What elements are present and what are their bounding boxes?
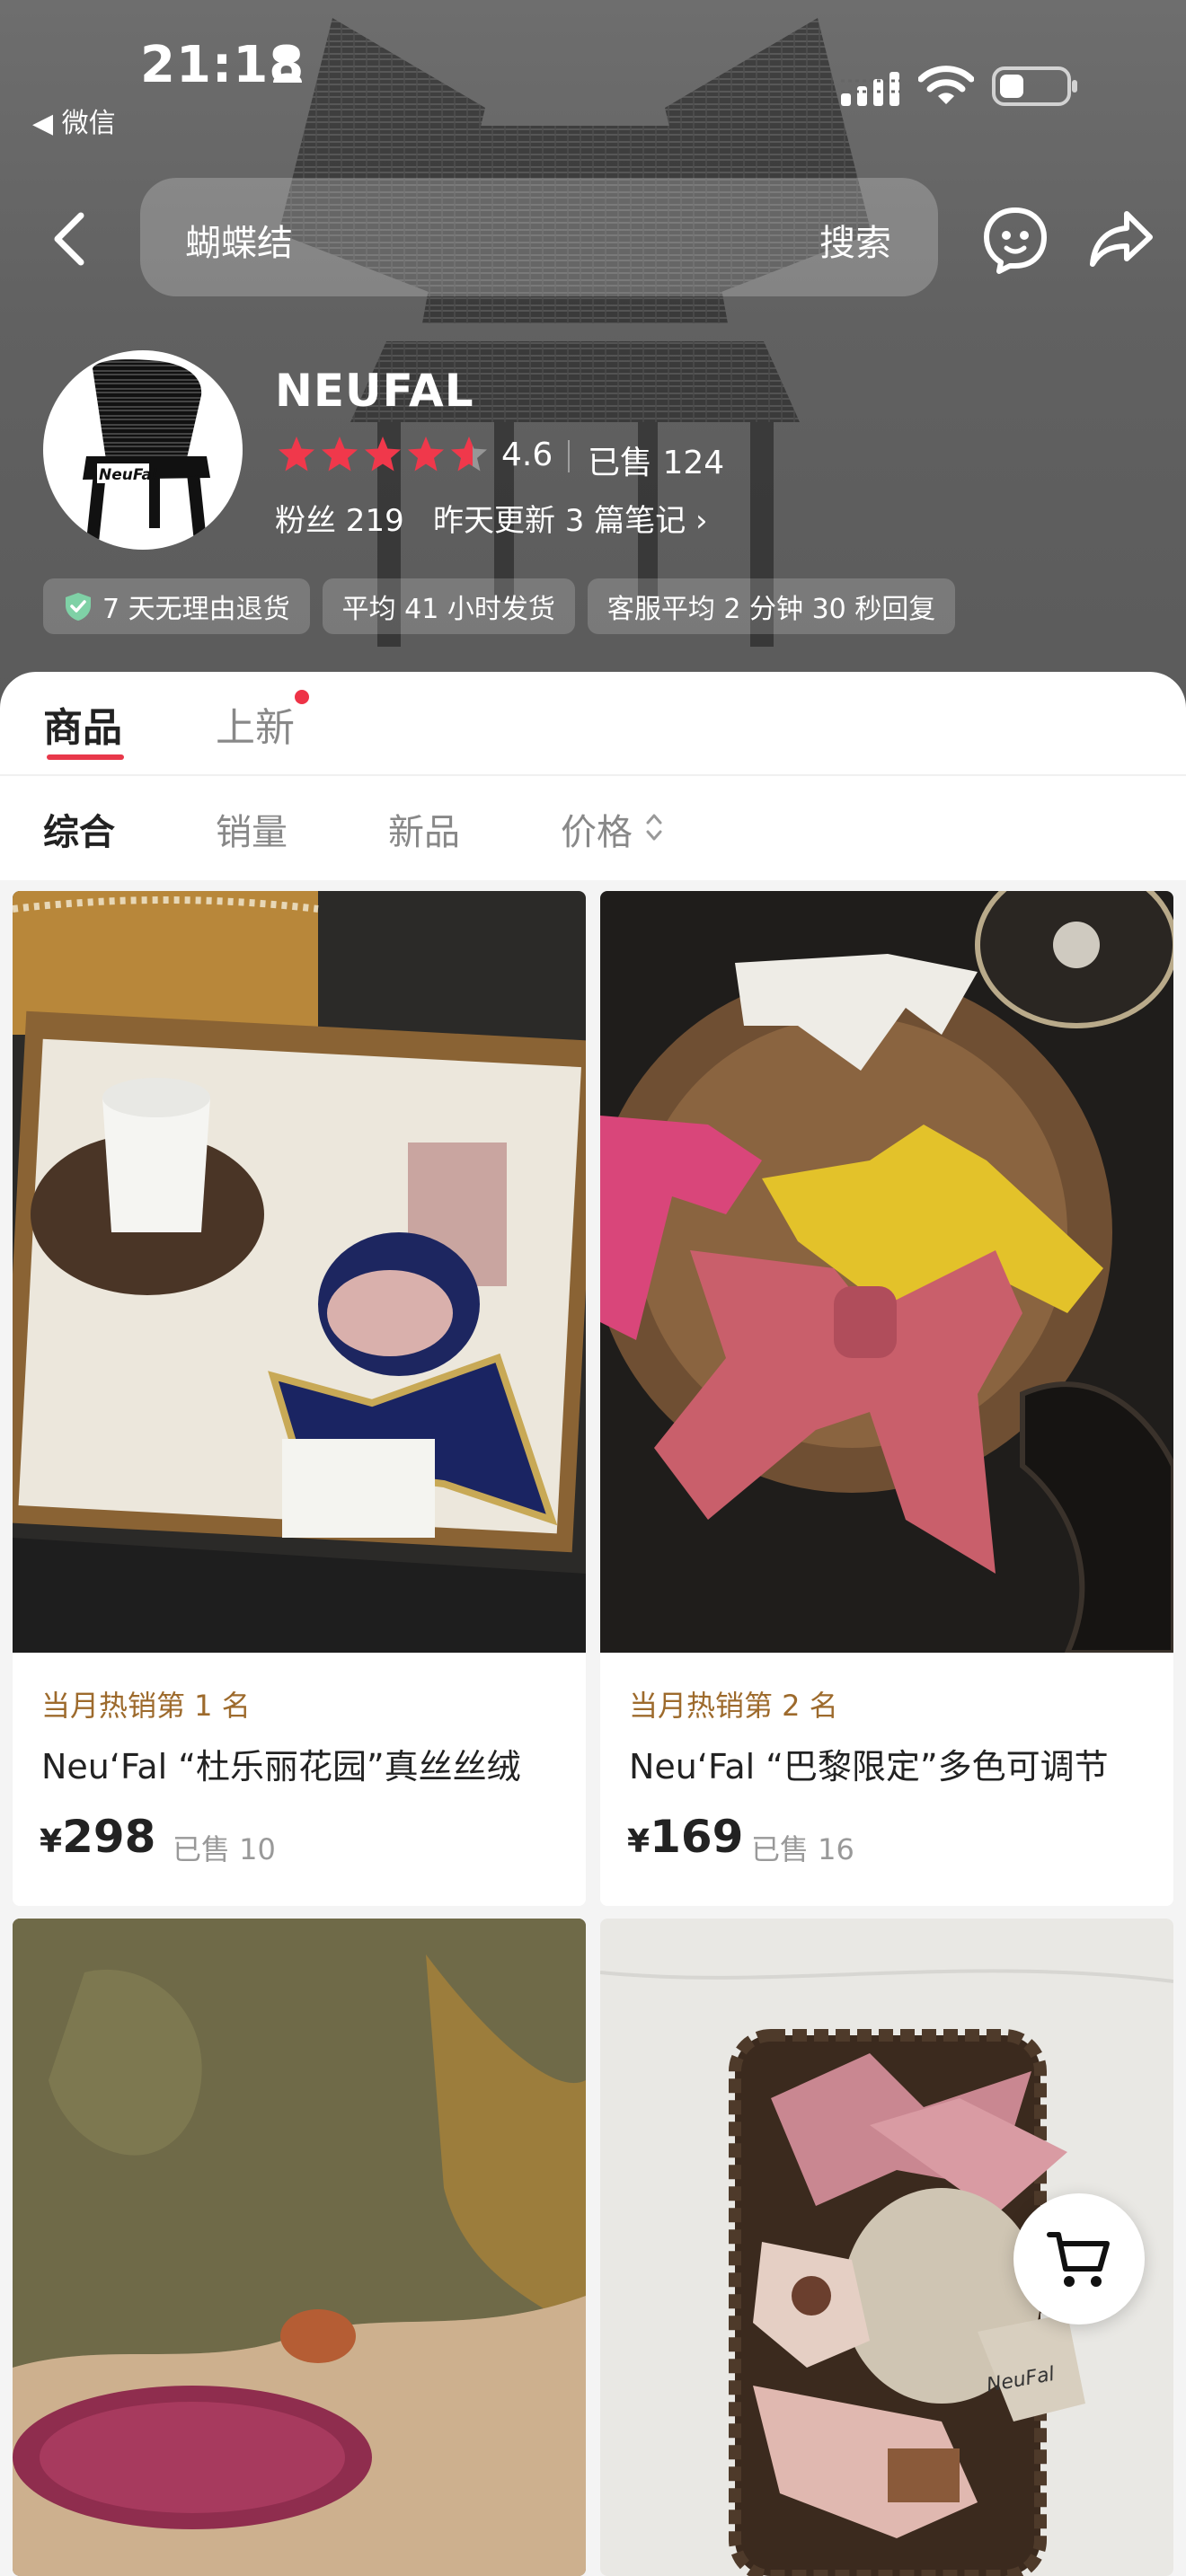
shop-notes-link[interactable]: 昨天更新 3 篇笔记 › xyxy=(433,496,708,540)
back-arrow-icon[interactable] xyxy=(43,203,97,275)
currency-symbol: ¥ xyxy=(627,1823,651,1860)
battery-icon xyxy=(992,66,1077,106)
star-icon xyxy=(365,437,401,472)
product-card[interactable]: 当月热销第 1 名 Neu‘Fal “杜乐丽花园”真丝丝绒 ¥298 已售 10 xyxy=(13,891,586,1906)
star-icon xyxy=(451,437,487,472)
product-card[interactable]: 当月热销第 2 名 Neu‘Fal “巴黎限定”多色可调节 ¥169 已售 16 xyxy=(600,891,1173,1906)
sort-price[interactable]: 价格 xyxy=(561,803,633,855)
shopping-cart-icon xyxy=(1047,2232,1110,2287)
status-bar: 21:18 ◀ 微信 xyxy=(0,0,1186,139)
tab-new-arrivals[interactable]: 上新 xyxy=(216,695,295,753)
share-icon[interactable] xyxy=(1087,205,1155,273)
sort-arrows-icon[interactable] xyxy=(643,810,665,844)
product-price: ¥298 xyxy=(40,1811,155,1863)
cart-button[interactable] xyxy=(1013,2193,1145,2325)
shop-header: 21:18 ◀ 微信 蝴蝶结 搜索 NeuFal NEUFAL 4.6 已售 1… xyxy=(0,0,1186,710)
product-sold-count: 已售 16 xyxy=(751,1832,854,1866)
product-card[interactable] xyxy=(13,1919,586,2576)
rating-stars xyxy=(279,437,487,472)
search-query[interactable]: 蝴蝶结 xyxy=(185,214,293,266)
badge-label: 客服平均 2 分钟 30 秒回复 xyxy=(606,594,936,625)
sort-sales[interactable]: 销量 xyxy=(216,803,288,855)
active-tab-indicator xyxy=(47,754,124,760)
shop-logo: NeuFal xyxy=(83,359,210,540)
badge-reply-time[interactable]: 客服平均 2 分钟 30 秒回复 xyxy=(587,578,956,634)
badge-label: 平均 41 小时发货 xyxy=(341,594,555,625)
product-price: ¥169 xyxy=(627,1811,743,1863)
star-icon xyxy=(279,437,314,472)
product-title[interactable]: Neu‘Fal “杜乐丽花园”真丝丝绒 xyxy=(41,1739,571,1788)
product-rank: 当月热销第 1 名 xyxy=(41,1689,251,1723)
divider xyxy=(568,440,570,472)
divider xyxy=(0,774,1186,776)
product-image[interactable] xyxy=(13,891,586,1653)
shield-check-icon xyxy=(66,593,91,621)
badge-return-policy[interactable]: 7 天无理由退货 xyxy=(43,578,310,634)
search-button[interactable]: 搜索 xyxy=(819,214,891,266)
tab-products[interactable]: 商品 xyxy=(43,695,122,753)
product-title[interactable]: Neu‘Fal “巴黎限定”多色可调节 xyxy=(629,1739,1159,1788)
service-badges: 7 天无理由退货 平均 41 小时发货 客服平均 2 分钟 30 秒回复 xyxy=(43,578,956,634)
product-image[interactable] xyxy=(600,891,1173,1653)
product-rank: 当月热销第 2 名 xyxy=(629,1689,838,1723)
wifi-icon xyxy=(918,66,974,104)
shop-logo-text: NeuFal xyxy=(99,466,158,484)
sort-overall[interactable]: 综合 xyxy=(43,803,115,855)
shop-name: NEUFAL xyxy=(275,365,474,417)
product-panel: 商品 上新 综合 销量 新品 价格 xyxy=(0,672,1186,880)
shop-rating: 4.6 xyxy=(501,437,553,473)
sort-newest[interactable]: 新品 xyxy=(388,803,460,855)
product-image[interactable] xyxy=(13,1919,586,2576)
shop-sold-count: 已售 124 xyxy=(588,445,725,481)
shop-fans[interactable]: 粉丝 219 xyxy=(275,496,404,540)
badge-shipping-time[interactable]: 平均 41 小时发货 xyxy=(322,578,575,634)
badge-label: 7 天无理由退货 xyxy=(102,594,290,625)
person-icon xyxy=(273,49,302,83)
price-value: 169 xyxy=(650,1811,744,1863)
signal-icon xyxy=(841,72,900,106)
product-sold-count: 已售 10 xyxy=(173,1832,276,1866)
star-icon xyxy=(408,437,444,472)
price-value: 298 xyxy=(62,1811,156,1863)
star-icon xyxy=(322,437,358,472)
currency-symbol: ¥ xyxy=(40,1823,63,1860)
back-to-wechat-link[interactable]: ◀ 微信 xyxy=(32,101,116,140)
new-indicator-dot xyxy=(295,690,309,704)
shop-avatar[interactable]: NeuFal xyxy=(43,350,243,550)
search-bar[interactable]: 蝴蝶结 搜索 xyxy=(140,178,938,296)
customer-service-icon[interactable] xyxy=(979,203,1051,275)
